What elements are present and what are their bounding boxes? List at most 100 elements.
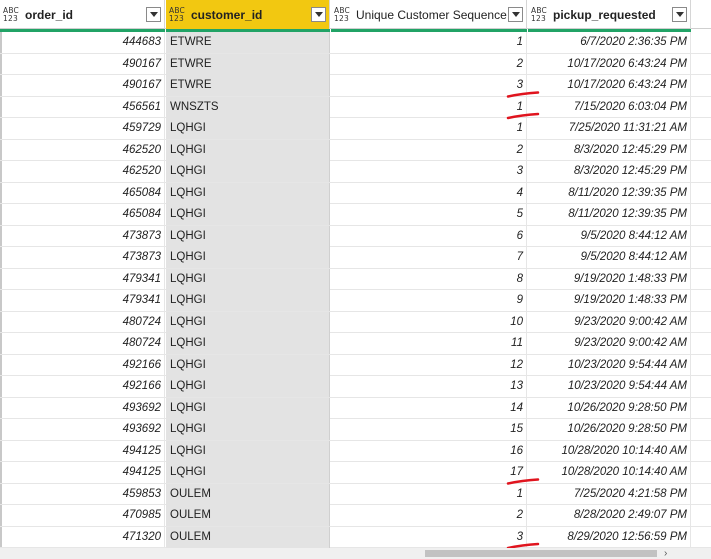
column-header-order-id[interactable]: ABC 123 order_id [0, 0, 165, 29]
table-cell-customer-id[interactable]: LQHGI [166, 290, 330, 311]
table-cell-order-id[interactable]: 492166 [0, 354, 165, 376]
table-cell-order-id[interactable]: 444683 [0, 32, 165, 53]
table-cell-customer-id[interactable]: LQHGI [166, 161, 330, 182]
table-cell-seq[interactable]: 14 [331, 397, 527, 419]
scrollbar-thumb[interactable] [425, 550, 657, 557]
table-cell-pickup[interactable]: 7/25/2020 11:31:21 AM [528, 118, 691, 139]
column-header-customer-id[interactable]: ABC 123 customer_id [166, 0, 330, 29]
table-cell-seq[interactable]: 15 [331, 419, 527, 440]
table-cell-order-id[interactable]: 462520 [0, 161, 165, 182]
table-row[interactable]: 456561 WNSZTS 1 7/15/2020 6:03:04 PM [0, 96, 711, 118]
table-row[interactable]: 471320 OULEM 3 8/29/2020 12:56:59 PM [0, 526, 711, 548]
table-cell-seq[interactable]: 17 [331, 462, 527, 483]
table-cell-customer-id[interactable]: LQHGI [166, 247, 330, 268]
table-cell-order-id[interactable]: 494125 [0, 462, 165, 483]
table-cell-pickup[interactable]: 6/7/2020 2:36:35 PM [528, 32, 691, 53]
table-cell-pickup[interactable]: 10/23/2020 9:54:44 AM [528, 354, 691, 376]
table-cell-customer-id[interactable]: LQHGI [166, 419, 330, 440]
table-cell-seq[interactable]: 11 [331, 333, 527, 354]
table-cell-pickup[interactable]: 10/17/2020 6:43:24 PM [528, 53, 691, 75]
table-cell-order-id[interactable]: 493692 [0, 397, 165, 419]
table-cell-customer-id[interactable]: LQHGI [166, 118, 330, 139]
table-cell-seq[interactable]: 2 [331, 53, 527, 75]
table-cell-order-id[interactable]: 473873 [0, 247, 165, 268]
table-cell-customer-id[interactable]: LQHGI [166, 225, 330, 247]
table-cell-customer-id[interactable]: ETWRE [166, 53, 330, 75]
table-row[interactable]: 470985 OULEM 2 8/28/2020 2:49:07 PM [0, 505, 711, 527]
table-row[interactable]: 492166 LQHGI 12 10/23/2020 9:54:44 AM [0, 354, 711, 376]
table-cell-seq[interactable]: 1 [331, 96, 527, 118]
table-cell-order-id[interactable]: 459853 [0, 483, 165, 505]
table-cell-order-id[interactable]: 493692 [0, 419, 165, 440]
table-row[interactable]: 492166 LQHGI 13 10/23/2020 9:54:44 AM [0, 376, 711, 398]
table-cell-seq[interactable]: 1 [331, 32, 527, 53]
table-cell-order-id[interactable]: 490167 [0, 75, 165, 96]
table-cell-customer-id[interactable]: LQHGI [166, 139, 330, 161]
table-cell-pickup[interactable]: 9/19/2020 1:48:33 PM [528, 290, 691, 311]
table-cell-pickup[interactable]: 9/23/2020 9:00:42 AM [528, 311, 691, 333]
table-row[interactable]: 490167 ETWRE 2 10/17/2020 6:43:24 PM [0, 53, 711, 75]
table-row[interactable]: 465084 LQHGI 4 8/11/2020 12:39:35 PM [0, 182, 711, 204]
chevron-down-icon[interactable] [146, 7, 161, 22]
table-row[interactable]: 493692 LQHGI 15 10/26/2020 9:28:50 PM [0, 419, 711, 441]
table-cell-customer-id[interactable]: LQHGI [166, 354, 330, 376]
table-cell-pickup[interactable]: 8/29/2020 12:56:59 PM [528, 526, 691, 548]
table-row[interactable]: 479341 LQHGI 8 9/19/2020 1:48:33 PM [0, 268, 711, 290]
table-cell-pickup[interactable]: 7/25/2020 4:21:58 PM [528, 483, 691, 505]
column-header-unique-customer-sequence[interactable]: ABC 123 Unique Customer Sequence [331, 0, 527, 29]
table-cell-order-id[interactable]: 480724 [0, 311, 165, 333]
table-cell-customer-id[interactable]: OULEM [166, 526, 330, 548]
table-cell-seq[interactable]: 9 [331, 290, 527, 311]
table-cell-customer-id[interactable]: LQHGI [166, 311, 330, 333]
table-row[interactable]: 493692 LQHGI 14 10/26/2020 9:28:50 PM [0, 397, 711, 419]
table-cell-order-id[interactable]: 479341 [0, 268, 165, 290]
table-row[interactable]: 494125 LQHGI 17 10/28/2020 10:14:40 AM [0, 462, 711, 484]
table-cell-order-id[interactable]: 480724 [0, 333, 165, 354]
table-cell-pickup[interactable]: 10/26/2020 9:28:50 PM [528, 419, 691, 440]
chevron-down-icon[interactable] [508, 7, 523, 22]
table-cell-seq[interactable]: 3 [331, 161, 527, 182]
chevron-right-icon[interactable]: › [664, 548, 674, 559]
table-cell-order-id[interactable]: 465084 [0, 182, 165, 204]
table-cell-order-id[interactable]: 494125 [0, 440, 165, 462]
column-type-icon[interactable]: ABC 123 [3, 6, 25, 23]
table-row[interactable]: 459729 LQHGI 1 7/25/2020 11:31:21 AM [0, 118, 711, 140]
table-cell-seq[interactable]: 3 [331, 75, 527, 96]
table-cell-customer-id[interactable]: LQHGI [166, 182, 330, 204]
column-type-icon[interactable]: ABC 123 [531, 6, 553, 23]
table-cell-seq[interactable]: 2 [331, 139, 527, 161]
table-cell-pickup[interactable]: 9/5/2020 8:44:12 AM [528, 247, 691, 268]
table-cell-pickup[interactable]: 8/3/2020 12:45:29 PM [528, 161, 691, 182]
table-row[interactable]: 459853 OULEM 1 7/25/2020 4:21:58 PM [0, 483, 711, 505]
table-cell-customer-id[interactable]: WNSZTS [166, 96, 330, 118]
table-cell-seq[interactable]: 16 [331, 440, 527, 462]
table-cell-pickup[interactable]: 8/11/2020 12:39:35 PM [528, 182, 691, 204]
table-cell-customer-id[interactable]: LQHGI [166, 204, 330, 225]
table-row[interactable]: 480724 LQHGI 11 9/23/2020 9:00:42 AM [0, 333, 711, 355]
table-cell-seq[interactable]: 3 [331, 526, 527, 548]
table-row[interactable]: 490167 ETWRE 3 10/17/2020 6:43:24 PM [0, 75, 711, 97]
table-cell-pickup[interactable]: 9/19/2020 1:48:33 PM [528, 268, 691, 290]
table-cell-seq[interactable]: 13 [331, 376, 527, 397]
table-row[interactable]: 479341 LQHGI 9 9/19/2020 1:48:33 PM [0, 290, 711, 312]
table-row[interactable]: 480724 LQHGI 10 9/23/2020 9:00:42 AM [0, 311, 711, 333]
table-cell-order-id[interactable]: 470985 [0, 505, 165, 526]
table-cell-pickup[interactable]: 8/28/2020 2:49:07 PM [528, 505, 691, 526]
table-cell-seq[interactable]: 6 [331, 225, 527, 247]
table-cell-seq[interactable]: 2 [331, 505, 527, 526]
table-cell-order-id[interactable]: 473873 [0, 225, 165, 247]
table-cell-order-id[interactable]: 456561 [0, 96, 165, 118]
table-cell-seq[interactable]: 10 [331, 311, 527, 333]
table-cell-customer-id[interactable]: ETWRE [166, 32, 330, 53]
table-cell-customer-id[interactable]: LQHGI [166, 268, 330, 290]
table-cell-seq[interactable]: 12 [331, 354, 527, 376]
table-cell-customer-id[interactable]: LQHGI [166, 462, 330, 483]
table-cell-pickup[interactable]: 9/5/2020 8:44:12 AM [528, 225, 691, 247]
table-cell-pickup[interactable]: 10/23/2020 9:54:44 AM [528, 376, 691, 397]
table-cell-customer-id[interactable]: LQHGI [166, 440, 330, 462]
table-row[interactable]: 444683 ETWRE 1 6/7/2020 2:36:35 PM [0, 32, 711, 54]
column-header-pickup-requested[interactable]: ABC 123 pickup_requested [528, 0, 691, 29]
table-cell-pickup[interactable]: 8/11/2020 12:39:35 PM [528, 204, 691, 225]
table-row[interactable]: 494125 LQHGI 16 10/28/2020 10:14:40 AM [0, 440, 711, 462]
table-cell-customer-id[interactable]: ETWRE [166, 75, 330, 96]
